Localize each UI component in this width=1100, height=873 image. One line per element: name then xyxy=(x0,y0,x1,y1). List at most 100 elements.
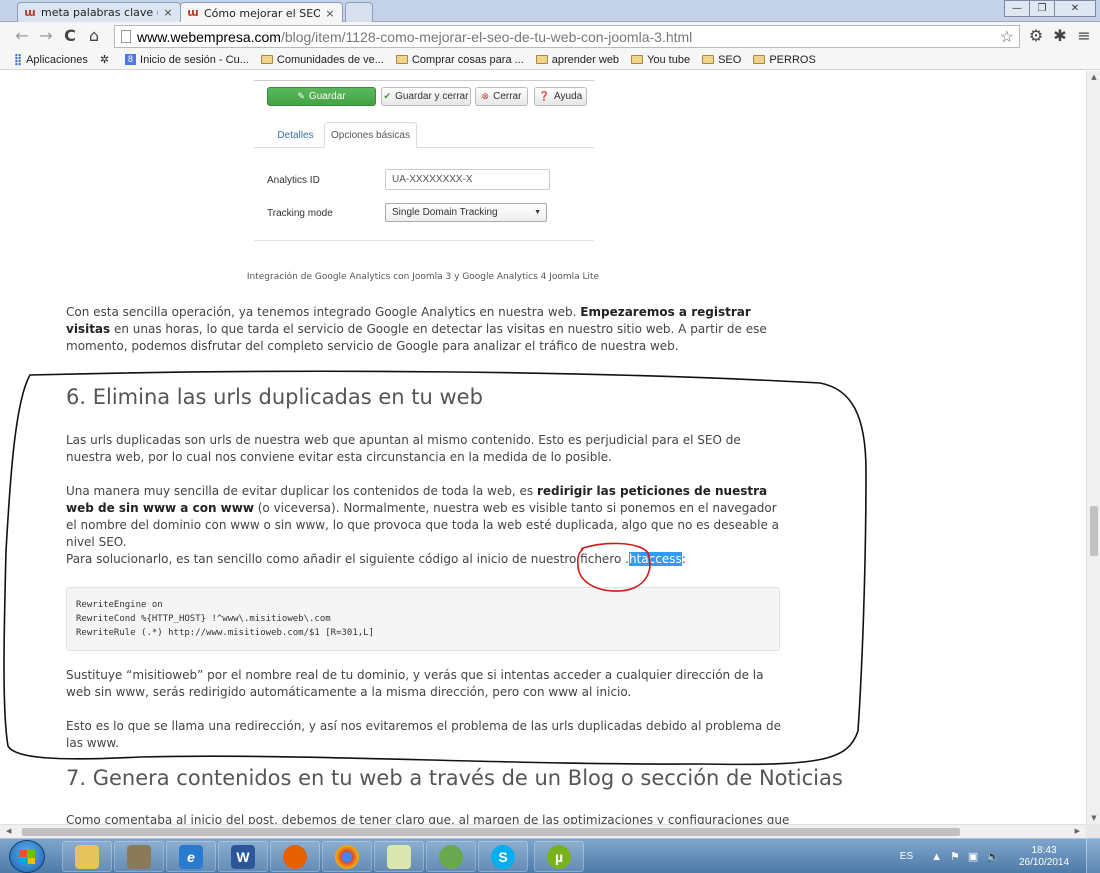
horizontal-scrollbar[interactable]: ◀ ▶ xyxy=(0,824,1086,838)
bookmark-star-icon[interactable]: ☆ xyxy=(1000,27,1014,47)
bookmark-seo[interactable]: SEO xyxy=(702,54,741,66)
apps-icon: ⣿ xyxy=(14,54,23,66)
bookmark-inicio-sesion[interactable]: 8 Inicio de sesión - Cu... xyxy=(125,54,249,66)
gear-icon[interactable]: ⚙ xyxy=(1024,24,1048,48)
utorrent-icon[interactable]: µ xyxy=(534,841,584,872)
menu-icon[interactable]: ≡ xyxy=(1072,24,1096,48)
heading-section-7: 7. Genera contenidos en tu web a través … xyxy=(66,766,843,790)
w-icon: ɯ xyxy=(187,6,199,19)
page-viewport: ✎ Guardar ✔ Guardar y cerrar ⊗ Cerrar ❓ Ayud… xyxy=(0,71,1086,824)
tab-opciones-basicas: Opciones básicas xyxy=(324,122,417,148)
reload-button[interactable]: C xyxy=(58,24,82,48)
scroll-down-icon[interactable]: ▼ xyxy=(1089,814,1099,822)
clock-date: 26/10/2014 xyxy=(1018,856,1070,868)
scroll-corner xyxy=(1086,824,1100,838)
bookmark-comprar[interactable]: Comprar cosas para ... xyxy=(395,54,524,66)
save-close-button: ✔ Guardar y cerrar xyxy=(381,87,471,106)
tab-seo-joomla[interactable]: ɯ Cómo mejorar el SEO de t × xyxy=(180,2,343,23)
back-button[interactable]: ← xyxy=(10,24,34,48)
folder-icon[interactable] xyxy=(374,841,424,872)
messenger-icon[interactable] xyxy=(426,841,476,872)
show-hidden-icons-icon[interactable]: ▲ xyxy=(931,851,942,863)
scroll-up-icon[interactable]: ▲ xyxy=(1089,73,1099,81)
scrollbar-thumb[interactable] xyxy=(22,828,960,836)
close-label: Cerrar xyxy=(493,91,522,102)
joomla-screenshot: ✎ Guardar ✔ Guardar y cerrar ⊗ Cerrar ❓ Ayud… xyxy=(254,80,594,245)
close-window-button[interactable]: ✕ xyxy=(1054,0,1096,17)
action-center-flag-icon[interactable]: ⚑ xyxy=(950,850,960,863)
forward-button[interactable]: → xyxy=(34,24,58,48)
vertical-scrollbar[interactable]: ▲ ▼ xyxy=(1086,71,1100,824)
tab-meta-palabras[interactable]: ɯ meta palabras clave (1/1) × xyxy=(17,2,181,22)
bookmark-gear[interactable]: ✲ xyxy=(100,53,113,66)
scroll-right-icon[interactable]: ▶ xyxy=(1075,827,1080,835)
firefox-icon[interactable] xyxy=(270,841,320,872)
show-desktop-button[interactable] xyxy=(1086,839,1100,873)
new-tab-button[interactable] xyxy=(345,2,373,22)
tab-title: meta palabras clave (1/1) xyxy=(41,6,158,19)
bookmark-label: Aplicaciones xyxy=(26,53,88,66)
extension-icon[interactable]: ✱ xyxy=(1048,24,1072,48)
minimize-button[interactable]: — xyxy=(1004,0,1030,17)
close-button: ⊗ Cerrar xyxy=(475,87,528,106)
tab-detalles: Detalles xyxy=(277,129,314,141)
bookmark-label: aprender web xyxy=(551,53,620,66)
clock[interactable]: 18:43 26/10/2014 xyxy=(1008,845,1080,869)
selected-htaccess[interactable]: htaccess xyxy=(628,552,682,566)
save-label: Guardar xyxy=(308,91,346,102)
gimp-icon[interactable] xyxy=(114,841,164,872)
folder-icon xyxy=(753,55,766,64)
close-icon[interactable]: × xyxy=(162,6,174,19)
start-button[interactable] xyxy=(9,840,45,873)
bookmark-apps[interactable]: ⣿ Aplicaciones xyxy=(14,53,88,67)
browser-toolbar: ← → C ⌂ www.webempresa.com/blog/item/112… xyxy=(0,22,1100,50)
home-button[interactable]: ⌂ xyxy=(82,24,106,48)
taskbar: e W S µ ES ▲ ⚑ ▣ 🔈 18:43 26/10/2014 xyxy=(0,838,1100,873)
bookmark-label: Comunidades de ve... xyxy=(276,53,384,66)
language-indicator[interactable]: ES xyxy=(900,851,913,862)
bookmark-perros[interactable]: PERROS xyxy=(753,53,816,66)
word-icon[interactable]: W xyxy=(218,841,268,872)
folder-icon xyxy=(631,55,644,64)
paragraph-urls-duplicadas: Las urls duplicadas son urls de nuestra … xyxy=(66,433,741,464)
bookmark-label: You tube xyxy=(647,53,691,66)
folder-icon xyxy=(260,55,273,64)
bookmark-label: Inicio de sesión - Cu... xyxy=(140,53,249,66)
analytics-id-label: Analytics ID xyxy=(267,175,320,186)
help-button: ❓ Ayuda xyxy=(534,87,587,106)
bookmark-aprender-web[interactable]: aprender web xyxy=(535,53,620,66)
folder-icon xyxy=(535,55,548,64)
windows-logo-icon xyxy=(19,850,35,864)
save-button: ✎ Guardar xyxy=(267,87,376,106)
explorer-icon[interactable] xyxy=(62,841,112,872)
bookmark-label: PERROS xyxy=(769,53,816,66)
tab-title: Cómo mejorar el SEO de t xyxy=(204,6,320,20)
page-icon xyxy=(121,30,131,43)
bookmark-comunidades[interactable]: Comunidades de ve... xyxy=(260,53,384,66)
heading-section-6: 6. Elimina las urls duplicadas en tu web xyxy=(66,385,483,409)
chrome-icon[interactable] xyxy=(322,841,372,872)
paragraph-analytics: Con esta sencilla operación, ya tenemos … xyxy=(66,305,767,353)
ie-icon[interactable]: e xyxy=(166,841,216,872)
tracking-mode-label: Tracking mode xyxy=(267,208,333,219)
paragraph-solucion: Para solucionarlo, es tan sencillo como … xyxy=(66,552,686,566)
google-icon: 8 xyxy=(125,54,137,65)
clock-time: 18:43 xyxy=(1031,844,1057,856)
scrollbar-thumb[interactable] xyxy=(1090,506,1098,556)
save-close-label: Guardar y cerrar xyxy=(395,91,469,102)
code-block[interactable]: RewriteEngine on RewriteCond %{HTTP_HOST… xyxy=(66,587,780,651)
joomla-tabs: Detalles Opciones básicas xyxy=(254,120,594,148)
skype-icon[interactable]: S xyxy=(478,841,528,872)
bookmark-youtube[interactable]: You tube xyxy=(631,54,690,66)
volume-icon[interactable]: 🔈 xyxy=(986,850,1000,863)
check-icon: ✔ xyxy=(383,91,392,101)
address-bar[interactable]: www.webempresa.com/blog/item/1128-como-m… xyxy=(114,25,1020,48)
edit-icon: ✎ xyxy=(297,91,305,101)
network-icon[interactable]: ▣ xyxy=(968,850,978,863)
tracking-mode-select: Single Domain Tracking ▼ xyxy=(385,203,547,222)
scroll-left-icon[interactable]: ◀ xyxy=(6,827,11,835)
gear-icon: ✲ xyxy=(99,54,110,66)
maximize-button[interactable]: ❐ xyxy=(1029,0,1055,17)
window-controls: — ❐ ✕ xyxy=(1004,0,1096,17)
close-icon[interactable]: × xyxy=(324,7,336,20)
